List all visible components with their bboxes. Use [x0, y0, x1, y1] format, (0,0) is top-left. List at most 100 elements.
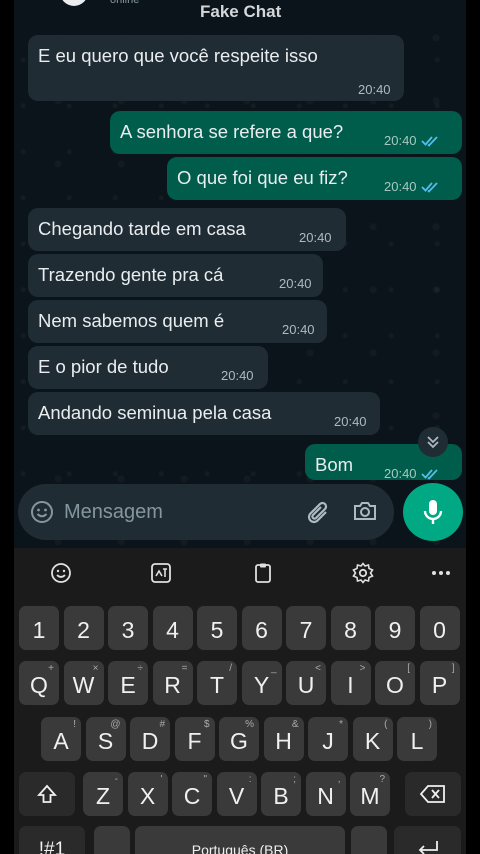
backspace-icon: [419, 785, 445, 803]
key-label: K: [364, 727, 381, 754]
key-s[interactable]: @ S: [85, 717, 126, 761]
read-ticks-icon: [420, 178, 439, 200]
key-p[interactable]: ] P: [419, 661, 460, 705]
key-d[interactable]: # D: [130, 717, 170, 761]
key-label: Z: [95, 782, 111, 809]
key-hint: ;: [293, 774, 296, 785]
incoming-message[interactable]: Nem sabemos quem é 20:40: [28, 300, 327, 343]
comma-key[interactable]: [94, 826, 130, 854]
key-label: 5: [210, 616, 224, 643]
contact-name[interactable]: Fake Chat: [200, 2, 281, 22]
key-r[interactable]: = R: [152, 661, 193, 705]
key-8[interactable]: 8: [330, 606, 371, 650]
key-label: 8: [344, 616, 357, 643]
key-f[interactable]: $ F: [174, 717, 215, 761]
key-hint: :: [248, 774, 252, 785]
message-timestamp: 20:40: [384, 179, 417, 194]
key-t[interactable]: / T: [197, 661, 237, 705]
key-9[interactable]: 9: [375, 606, 415, 650]
message-timestamp: 20:40: [384, 466, 417, 481]
attach-icon[interactable]: [306, 500, 332, 531]
key-label: U: [297, 671, 315, 698]
incoming-message[interactable]: Trazendo gente pra cá 20:40: [28, 254, 323, 297]
key-u[interactable]: < U: [286, 661, 326, 705]
enter-key[interactable]: [394, 826, 461, 854]
key-g[interactable]: % G: [219, 717, 259, 761]
key-o[interactable]: [O: [375, 661, 415, 705]
key-a[interactable]: ! A: [41, 717, 81, 761]
emoji-icon[interactable]: [30, 500, 54, 529]
emoji-icon[interactable]: [48, 560, 74, 586]
incoming-message[interactable]: Chegando tarde em casa 20:40: [28, 208, 346, 251]
message-timestamp: 20:40: [282, 322, 315, 337]
keyboard: 1 2 3 4 5 6 7 8 9 0 + Q × W ÷ E = R / T _ Y < U > I[O] P ! A @ S # D $ F% G…: [14, 548, 466, 854]
key-hint: ': [160, 774, 163, 785]
message-timestamp: 20:40: [358, 82, 391, 97]
key-b[interactable]: ; B: [261, 772, 301, 816]
incoming-message[interactable]: E eu quero que você respeite isso 20:40: [28, 35, 404, 101]
key-h[interactable]: & H: [263, 717, 304, 761]
key-j[interactable]: * J: [308, 717, 348, 761]
message-timestamp: 20:40: [334, 414, 367, 429]
symbols-key[interactable]: !#1: [19, 826, 85, 854]
key-label: H: [275, 727, 292, 754]
more-icon[interactable]: [428, 560, 454, 586]
camera-icon[interactable]: [352, 498, 378, 529]
key-l[interactable]: ) L: [397, 717, 437, 761]
key-m[interactable]: ? M: [350, 772, 390, 816]
mic-icon: [423, 500, 443, 524]
key-n[interactable]: ,N: [305, 772, 346, 816]
key-5[interactable]: 5: [197, 606, 237, 650]
sticker-icon[interactable]: [148, 560, 174, 586]
period-key[interactable]: [351, 826, 387, 854]
key-hint: >: [359, 663, 366, 674]
key-label: J: [322, 727, 334, 754]
settings-icon[interactable]: [350, 560, 376, 586]
key-label: Português (BR): [191, 842, 289, 854]
key-label: 1: [32, 616, 46, 643]
key-label: Y: [253, 671, 270, 698]
keyboard-toolbar: [14, 548, 466, 598]
key-y[interactable]: _ Y: [241, 661, 282, 705]
key-4[interactable]: 4: [152, 606, 193, 650]
key-k[interactable]: (K: [352, 717, 393, 761]
message-input[interactable]: Mensagem: [64, 501, 163, 524]
key-6[interactable]: 6: [241, 606, 282, 650]
incoming-message[interactable]: E o pior de tudo 20:40: [28, 346, 268, 389]
key-w[interactable]: × W: [63, 661, 104, 705]
key-label: R: [164, 671, 181, 698]
message-text: O que foi que eu fiz?: [177, 167, 348, 188]
key-z[interactable]: -Z: [83, 772, 123, 816]
key-3[interactable]: 3: [108, 606, 148, 650]
shift-key[interactable]: [19, 772, 75, 816]
clipboard-icon[interactable]: [250, 560, 276, 586]
key-1[interactable]: 1: [19, 606, 59, 650]
key-x[interactable]: ' X: [127, 772, 168, 816]
message-text: A senhora se refere a que?: [120, 121, 344, 142]
key-7[interactable]: 7: [286, 606, 326, 650]
enter-icon: [418, 841, 438, 854]
key-e[interactable]: ÷ E: [108, 661, 148, 705]
message-text: E eu quero que você respeite isso: [38, 45, 318, 66]
key-hint: ,: [337, 774, 341, 785]
message-timestamp: 20:40: [299, 230, 332, 245]
key-label: 9: [388, 616, 402, 643]
incoming-message[interactable]: Andando seminua pela casa 20:40: [28, 392, 380, 435]
key-q[interactable]: + Q: [19, 661, 59, 705]
scroll-down-button[interactable]: [418, 427, 448, 457]
outgoing-message[interactable]: O que foi que eu fiz? 20:40: [167, 157, 462, 200]
key-label: 2: [77, 616, 90, 643]
message-composer[interactable]: Mensagem: [18, 484, 394, 540]
key-label: 6: [255, 616, 268, 643]
key-2[interactable]: 2: [63, 606, 104, 650]
key-hint: -: [114, 774, 118, 785]
key-v[interactable]: :V: [216, 772, 257, 816]
key-i[interactable]: > I: [330, 661, 371, 705]
key-0[interactable]: 0: [419, 606, 460, 650]
mic-button[interactable]: [403, 483, 463, 541]
space-key[interactable]: Português (BR): [135, 826, 345, 854]
backspace-key[interactable]: [405, 772, 461, 816]
key-label: X: [139, 782, 156, 809]
outgoing-message[interactable]: A senhora se refere a que? 20:40: [110, 111, 462, 154]
key-c[interactable]: " C: [172, 772, 212, 816]
